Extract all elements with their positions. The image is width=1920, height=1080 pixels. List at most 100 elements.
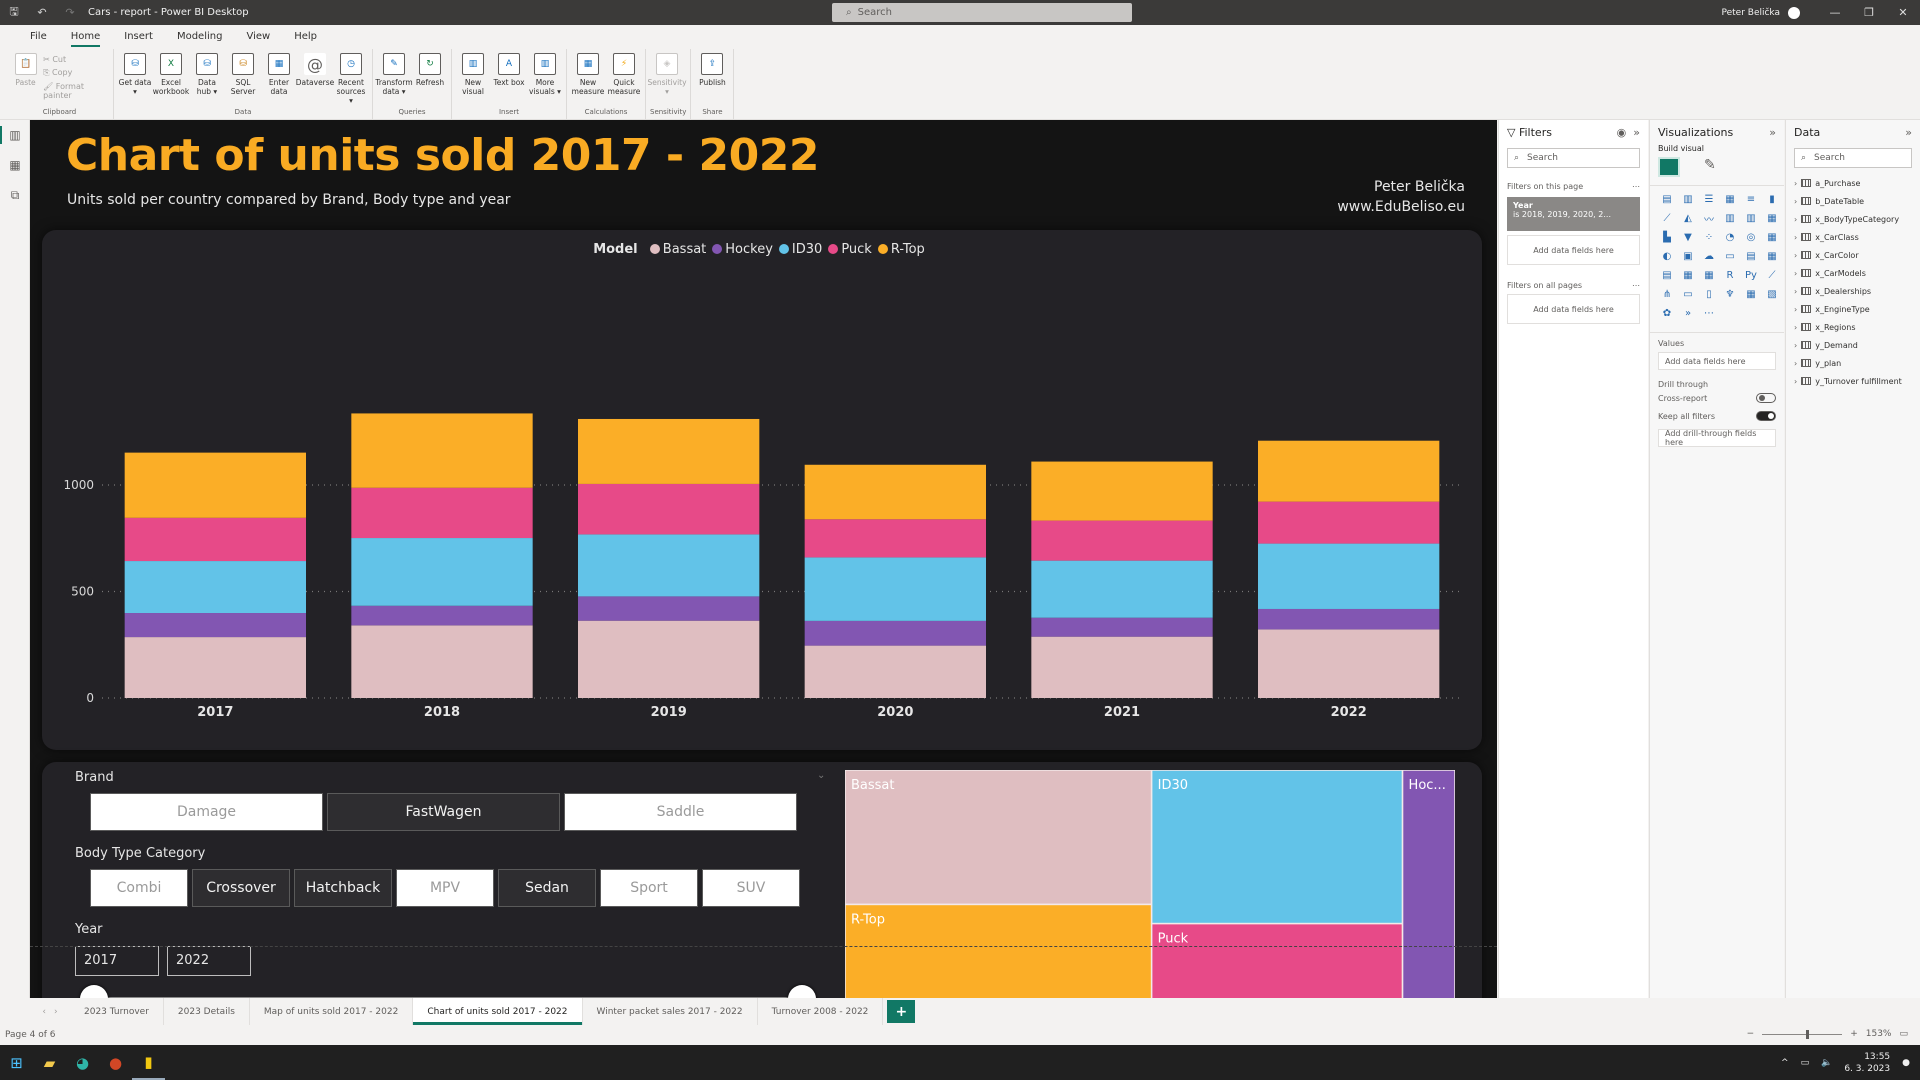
year-filter-card[interactable]: Year is 2018, 2019, 2020, 2... bbox=[1507, 197, 1640, 231]
table-view-button[interactable]: ▦ bbox=[0, 150, 30, 180]
body_type-option-hatchback[interactable]: Hatchback bbox=[294, 869, 392, 907]
bar-segment-id30-2018[interactable] bbox=[351, 538, 533, 606]
build-visual-icon[interactable] bbox=[1658, 157, 1680, 177]
legend-item[interactable]: R-Top bbox=[877, 242, 925, 257]
bar-segment-bassat-2021[interactable] bbox=[1031, 636, 1213, 698]
visual-type-icon[interactable]: ▤ bbox=[1658, 266, 1676, 284]
format-visual-icon[interactable]: ✎ bbox=[1704, 157, 1716, 177]
visual-type-icon[interactable]: ⁘ bbox=[1700, 228, 1718, 246]
visual-type-icon[interactable]: ▦ bbox=[1721, 190, 1739, 208]
visual-type-icon[interactable]: ✿ bbox=[1658, 304, 1676, 322]
bar-segment-rtop-2017[interactable] bbox=[124, 452, 307, 518]
bar-segment-hockey-2021[interactable] bbox=[1031, 617, 1213, 637]
visual-type-icon[interactable]: ▤ bbox=[1658, 190, 1676, 208]
bar-segment-puck-2018[interactable] bbox=[351, 487, 533, 539]
visual-type-icon[interactable]: ▯ bbox=[1700, 285, 1718, 303]
prev-page-icon[interactable]: ‹ bbox=[42, 1007, 46, 1017]
visual-type-icon[interactable]: ▦ bbox=[1763, 247, 1781, 265]
data-table-item[interactable]: › b_DateTable bbox=[1786, 192, 1920, 210]
bar-segment-hockey-2018[interactable] bbox=[351, 605, 533, 626]
more-visuals-button[interactable]: ▥ More visuals ▾ bbox=[528, 49, 562, 108]
volume-icon[interactable]: 🔈 bbox=[1821, 1058, 1832, 1068]
zoom-out-button[interactable]: − bbox=[1747, 1029, 1755, 1039]
refresh-button[interactable]: ↻ Refresh bbox=[413, 49, 447, 108]
bar-segment-hockey-2020[interactable] bbox=[804, 620, 986, 646]
legend-item[interactable]: Bassat bbox=[649, 242, 706, 257]
data-table-item[interactable]: › x_CarModels bbox=[1786, 264, 1920, 282]
bar-segment-bassat-2020[interactable] bbox=[804, 645, 986, 698]
bar-segment-rtop-2019[interactable] bbox=[578, 418, 760, 484]
dataverse-button[interactable]: @ Dataverse bbox=[296, 49, 334, 108]
menu-insert[interactable]: Insert bbox=[112, 25, 165, 49]
get-data-button[interactable]: ⛁ Get data ▾ bbox=[118, 49, 152, 108]
data-table-item[interactable]: › a_Purchase bbox=[1786, 174, 1920, 192]
visual-type-icon[interactable]: ▣ bbox=[1679, 247, 1697, 265]
visual-type-icon[interactable]: ▦ bbox=[1679, 266, 1697, 284]
paste-button[interactable]: 📋 Paste bbox=[10, 49, 41, 108]
treemap-tile-rtop[interactable] bbox=[845, 903, 1153, 998]
visual-type-icon[interactable]: ☁ bbox=[1700, 247, 1718, 265]
edge-browser-icon[interactable]: ◕ bbox=[66, 1045, 99, 1080]
text-box-button[interactable]: A Text box bbox=[492, 49, 526, 108]
windows-start-icon[interactable]: ⊞ bbox=[0, 1045, 33, 1080]
new-measure-button[interactable]: ▦ New measure bbox=[571, 49, 605, 108]
filters-search-input[interactable]: ⌕ Search bbox=[1507, 148, 1640, 168]
visual-type-icon[interactable]: ♆ bbox=[1721, 285, 1739, 303]
data-search-input[interactable]: ⌕ Search bbox=[1794, 148, 1912, 168]
brand-option-fastwagen[interactable]: FastWagen bbox=[327, 793, 560, 831]
body_type-option-combi[interactable]: Combi bbox=[90, 869, 188, 907]
menu-help[interactable]: Help bbox=[282, 25, 329, 49]
data-table-item[interactable]: › x_BodyTypeCategory bbox=[1786, 210, 1920, 228]
bar-segment-rtop-2020[interactable] bbox=[804, 464, 986, 520]
menu-modeling[interactable]: Modeling bbox=[165, 25, 235, 49]
cross-report-toggle[interactable] bbox=[1756, 393, 1776, 403]
data-table-item[interactable]: › x_EngineType bbox=[1786, 300, 1920, 318]
visual-type-icon[interactable]: ◭ bbox=[1679, 209, 1697, 227]
chevron-down-icon[interactable]: ⌄ bbox=[817, 770, 825, 781]
enter-data-button[interactable]: ▦ Enter data bbox=[262, 49, 296, 108]
fit-to-page-icon[interactable]: ▭ bbox=[1899, 1029, 1908, 1039]
body_type-option-mpv[interactable]: MPV bbox=[396, 869, 494, 907]
stacked-bar-chart-card[interactable]: Model Bassat Hockey ID30 Puck R-Top 0 500 1000… bbox=[42, 230, 1482, 750]
add-page-button[interactable]: + bbox=[887, 1000, 916, 1023]
data-table-item[interactable]: › y_plan bbox=[1786, 354, 1920, 372]
visual-type-icon[interactable]: ▥ bbox=[1721, 209, 1739, 227]
bar-segment-puck-2017[interactable] bbox=[124, 517, 307, 562]
year-slider-start-handle[interactable] bbox=[80, 985, 108, 998]
undo-icon[interactable]: ↶ bbox=[28, 6, 56, 19]
body_type-option-sedan[interactable]: Sedan bbox=[498, 869, 596, 907]
treemap-chart[interactable]: Bassat R-Top ID30 Puck Hoc... bbox=[845, 770, 1455, 998]
visual-type-icon[interactable]: ▦ bbox=[1763, 228, 1781, 246]
data-table-item[interactable]: › y_Turnover fulfillment bbox=[1786, 372, 1920, 390]
menu-file[interactable]: File bbox=[18, 25, 59, 49]
bar-segment-rtop-2022[interactable] bbox=[1258, 440, 1440, 502]
bar-segment-rtop-2018[interactable] bbox=[351, 413, 533, 488]
cut-button[interactable]: ✂ Cut bbox=[43, 55, 109, 64]
bar-segment-puck-2019[interactable] bbox=[578, 483, 760, 535]
data-table-item[interactable]: › x_Regions bbox=[1786, 318, 1920, 336]
bar-segment-hockey-2019[interactable] bbox=[578, 596, 760, 621]
visual-type-icon[interactable]: ▙ bbox=[1658, 228, 1676, 246]
visual-type-icon[interactable]: ◐ bbox=[1658, 247, 1676, 265]
visual-type-icon[interactable]: ⋔ bbox=[1658, 285, 1676, 303]
bar-segment-hockey-2022[interactable] bbox=[1258, 608, 1440, 630]
visual-type-icon[interactable]: ◎ bbox=[1742, 228, 1760, 246]
excel-workbook-button[interactable]: X Excel workbook bbox=[153, 49, 189, 108]
power-bi-icon[interactable]: ▮ bbox=[132, 1045, 165, 1080]
body_type-option-suv[interactable]: SUV bbox=[702, 869, 800, 907]
visual-type-icon[interactable]: ▭ bbox=[1721, 247, 1739, 265]
clock[interactable]: 13:55 6. 3. 2023 bbox=[1844, 1051, 1890, 1075]
values-drop-zone[interactable]: Add data fields here bbox=[1658, 352, 1776, 370]
file-explorer-icon[interactable]: ▰ bbox=[33, 1045, 66, 1080]
save-icon[interactable]: 🖫 bbox=[0, 3, 28, 22]
menu-home[interactable]: Home bbox=[59, 25, 113, 49]
visual-type-icon[interactable]: ☰ bbox=[1700, 190, 1718, 208]
year-to-input[interactable]: 2022 bbox=[167, 946, 251, 976]
sql-server-button[interactable]: ⛁ SQL Server bbox=[226, 49, 260, 108]
treemap-tile-puck[interactable] bbox=[1150, 922, 1404, 998]
global-search[interactable]: ⌕ Search bbox=[832, 3, 1132, 22]
drill-through-drop-zone[interactable]: Add drill-through fields here bbox=[1658, 429, 1776, 447]
eye-icon[interactable]: ◉ bbox=[1617, 126, 1627, 139]
year-from-input[interactable]: 2017 bbox=[75, 946, 159, 976]
more-options-icon[interactable]: ⋯ bbox=[1632, 281, 1640, 290]
